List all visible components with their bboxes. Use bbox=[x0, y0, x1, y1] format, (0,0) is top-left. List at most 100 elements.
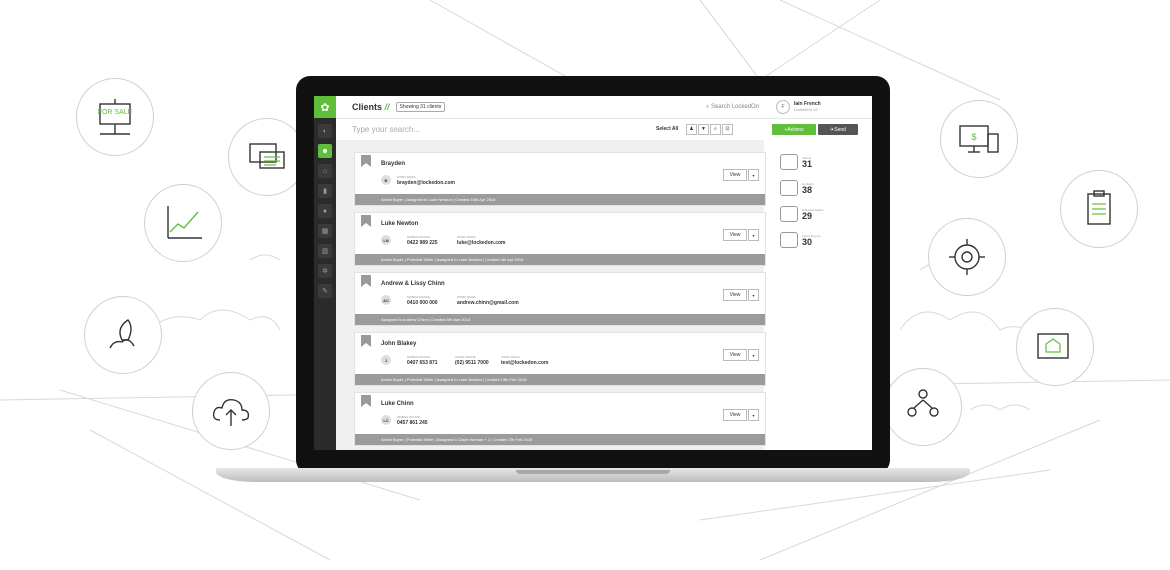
chat-circle bbox=[228, 118, 306, 196]
client-card[interactable]: Brayden B WORK EMAIL brayden@lockedon.co… bbox=[354, 152, 766, 206]
view-button[interactable]: View bbox=[723, 169, 747, 181]
for-sale-text: FOR SALE bbox=[98, 109, 133, 116]
client-home-phone[interactable]: (02) 9511 7000 bbox=[455, 360, 489, 366]
global-search[interactable]: ⌕ Search LockedOn bbox=[706, 104, 759, 111]
page-title: Clients // bbox=[352, 102, 390, 112]
nav-dashboard-icon[interactable]: ◐ bbox=[318, 124, 332, 138]
for-sale-sign-circle: FOR SALE bbox=[76, 78, 154, 156]
phone-label: MOBILE PHONE bbox=[407, 295, 430, 299]
bookmark-flag-icon[interactable] bbox=[361, 215, 371, 227]
stat-potential-sellers[interactable]: Potential Sellers 29 bbox=[780, 206, 824, 222]
chevron-down-icon[interactable]: ▾ bbox=[748, 349, 759, 361]
line-chart-icon bbox=[167, 206, 202, 239]
client-name[interactable]: Brayden bbox=[381, 161, 405, 167]
client-card[interactable]: Luke Newton LN MOBILE PHONE 0422 989 225… bbox=[354, 212, 766, 266]
laptop-notch bbox=[516, 470, 670, 474]
client-card[interactable]: Luke Chinn LC MOBILE PHONE 0457 861 245 … bbox=[354, 392, 766, 446]
funnel-filter-icon[interactable]: ▼ bbox=[698, 123, 709, 135]
search-input[interactable]: Type your search... bbox=[352, 125, 420, 134]
select-all-button[interactable]: Select All bbox=[656, 126, 678, 132]
chevron-down-icon[interactable]: ▾ bbox=[748, 409, 759, 421]
tablet-home-circle bbox=[1016, 308, 1094, 386]
view-button[interactable]: View bbox=[723, 229, 747, 241]
client-email[interactable]: brayden@lockedon.com bbox=[397, 180, 455, 186]
client-initials: B bbox=[381, 175, 391, 185]
client-footer: Active Buyer | Potential Seller | Assign… bbox=[355, 374, 765, 385]
bookmark-flag-icon[interactable] bbox=[361, 275, 371, 287]
app-logo-icon[interactable]: ✿ bbox=[314, 96, 336, 118]
nav-tools-icon[interactable]: ✎ bbox=[318, 284, 332, 298]
client-footer: Active Buyer | Potential Seller | Assign… bbox=[355, 434, 765, 445]
cloud-upload-circle bbox=[192, 372, 270, 450]
nav-chat-icon[interactable]: ● bbox=[318, 204, 332, 218]
people-network-circle bbox=[884, 368, 962, 446]
nav-reports-icon[interactable]: ▥ bbox=[318, 244, 332, 258]
client-phone[interactable]: 0410 000 000 bbox=[407, 300, 438, 306]
client-name[interactable]: John Blakey bbox=[381, 341, 416, 347]
person-filter-icon[interactable]: ♟ bbox=[686, 123, 697, 135]
client-name[interactable]: Luke Newton bbox=[381, 221, 418, 227]
stat-active-buyers[interactable]: Active Buyers 30 bbox=[780, 232, 824, 248]
search-filter-icon[interactable]: ⌕ bbox=[710, 123, 721, 135]
view-button[interactable]: View bbox=[723, 409, 747, 421]
email-label: WORK EMAIL bbox=[397, 175, 417, 179]
chevron-down-icon[interactable]: ▾ bbox=[748, 229, 759, 241]
client-email[interactable]: luke@lockedon.com bbox=[457, 240, 506, 246]
client-card[interactable]: John Blakey J MOBILE PHONE 0407 653 871 … bbox=[354, 332, 766, 386]
client-email[interactable]: test@lockedon.com bbox=[501, 360, 548, 366]
client-initials: AC bbox=[381, 295, 391, 305]
chevron-down-icon[interactable]: ▾ bbox=[748, 289, 759, 301]
client-name[interactable]: Luke Chinn bbox=[381, 401, 414, 407]
client-initials: LC bbox=[381, 415, 391, 425]
clipboard-circle bbox=[1060, 170, 1138, 248]
tablet-home-icon bbox=[1037, 333, 1069, 359]
client-name[interactable]: Andrew & Lissy Chinn bbox=[381, 281, 445, 287]
stat-clients[interactable]: Clients 31 bbox=[780, 154, 824, 170]
top-bar: Clients // Showing 31 clients ⌕ Search L… bbox=[336, 96, 872, 119]
home-phone-label: HOME PHONE bbox=[455, 355, 476, 359]
cloud-upload-icon bbox=[212, 398, 250, 426]
client-footer: Active Buyer | Assigned to Luke Newton |… bbox=[355, 194, 765, 205]
stats-panel: Clients 31 Contacts 38 Potential Sellers 29… bbox=[780, 154, 824, 258]
person-icon bbox=[780, 154, 798, 170]
user-name: Iain French LockedOn v2 bbox=[794, 101, 821, 112]
user-menu[interactable]: F Iain French LockedOn v2 bbox=[776, 100, 821, 114]
sellers-icon bbox=[780, 206, 798, 222]
chat-icon bbox=[249, 143, 285, 169]
client-list: Brayden B WORK EMAIL brayden@lockedon.co… bbox=[336, 140, 766, 450]
tag-filter-icon[interactable]: ⊡ bbox=[722, 123, 733, 135]
nav-bookmark-icon[interactable]: ▮ bbox=[318, 184, 332, 198]
nav-home-icon[interactable]: ⌂ bbox=[318, 164, 332, 178]
phone-label: MOBILE PHONE bbox=[407, 355, 430, 359]
stat-contacts[interactable]: Contacts 38 bbox=[780, 180, 824, 196]
client-phone[interactable]: 0407 653 871 bbox=[407, 360, 438, 366]
nav-clients-icon[interactable]: ☻ bbox=[318, 144, 332, 158]
avatar: F bbox=[776, 100, 790, 114]
client-footer: Assigned to Andrew Chinn | Created 8th M… bbox=[355, 314, 765, 325]
nav-rail: ✿ ◐ ☻ ⌂ ▮ ● ▦ ▥ ✲ ✎ bbox=[314, 96, 336, 450]
nav-settings-icon[interactable]: ✲ bbox=[318, 264, 332, 278]
client-footer: Active Buyer | Potential Seller | Assign… bbox=[355, 254, 765, 265]
nav-calendar-icon[interactable]: ▦ bbox=[318, 224, 332, 238]
actions-button[interactable]: + Actions bbox=[772, 124, 816, 135]
rocket-circle bbox=[84, 296, 162, 374]
chevron-down-icon[interactable]: ▾ bbox=[748, 169, 759, 181]
payment-devices-circle: $ bbox=[940, 100, 1018, 178]
client-phone[interactable]: 0457 861 245 bbox=[397, 420, 428, 426]
svg-text:$: $ bbox=[971, 132, 976, 142]
email-label: WORK EMAIL bbox=[457, 295, 477, 299]
send-button[interactable]: ✈ Send bbox=[818, 124, 858, 135]
view-button[interactable]: View bbox=[723, 349, 747, 361]
client-card[interactable]: Andrew & Lissy Chinn AC MOBILE PHONE 041… bbox=[354, 272, 766, 326]
client-email[interactable]: andrew.chinn@gmail.com bbox=[457, 300, 519, 306]
bookmark-flag-icon[interactable] bbox=[361, 395, 371, 407]
client-initials: LN bbox=[381, 235, 391, 245]
people-network-icon bbox=[907, 389, 939, 417]
email-label: WORK EMAIL bbox=[457, 235, 477, 239]
client-phone[interactable]: 0422 989 225 bbox=[407, 240, 438, 246]
phone-label: MOBILE PHONE bbox=[407, 235, 430, 239]
app-screen: ✿ ◐ ☻ ⌂ ▮ ● ▦ ▥ ✲ ✎ Clients // Showing 3… bbox=[314, 96, 872, 450]
bookmark-flag-icon[interactable] bbox=[361, 155, 371, 167]
view-button[interactable]: View bbox=[723, 289, 747, 301]
bookmark-flag-icon[interactable] bbox=[361, 335, 371, 347]
